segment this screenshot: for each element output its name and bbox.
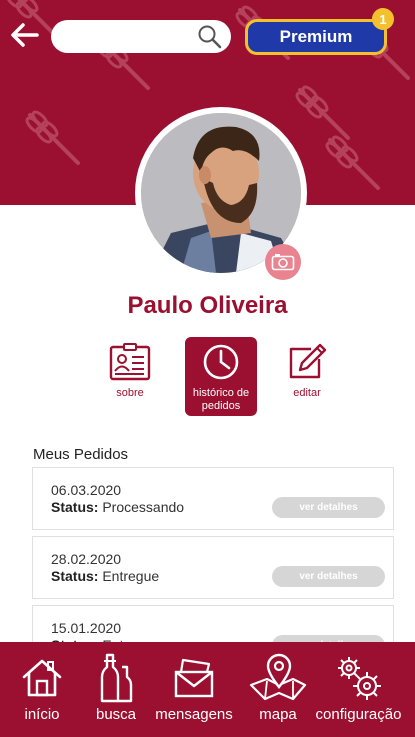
order-card: 06.03.2020 Status: Processando ver detal… — [32, 467, 394, 530]
status-value: Processando — [102, 499, 185, 515]
gears-icon — [334, 652, 384, 704]
nav-search-label: busca — [95, 706, 137, 723]
id-card-icon — [109, 343, 151, 381]
search-box[interactable] — [51, 20, 231, 53]
tab-order-history-label: histórico de pedidos — [192, 387, 250, 412]
premium-button[interactable]: Premium — [245, 19, 387, 55]
details-button[interactable]: ver detalhes — [272, 497, 385, 518]
tab-edit-label: editar — [293, 387, 321, 399]
back-arrow-icon[interactable] — [10, 22, 40, 48]
bottles-icon — [99, 652, 133, 704]
status-label: Status: — [51, 499, 99, 515]
camera-button[interactable] — [265, 244, 301, 280]
order-date: 15.01.2020 — [51, 620, 122, 636]
order-date: 06.03.2020 — [51, 482, 122, 498]
tab-about[interactable]: sobre — [94, 337, 166, 416]
clock-icon — [202, 343, 240, 381]
envelope-icon — [173, 652, 215, 704]
details-button[interactable]: ver detalhes — [272, 566, 385, 587]
premium-badge: 1 — [372, 8, 394, 30]
nav-map[interactable]: mapa — [246, 642, 310, 737]
nav-home-label: início — [24, 706, 60, 723]
search-icon[interactable] — [197, 24, 223, 50]
tab-about-label: sobre — [116, 387, 144, 399]
edit-icon — [287, 343, 327, 381]
order-card: 28.02.2020 Status: Entregue ver detalhes — [32, 536, 394, 599]
order-date: 28.02.2020 — [51, 551, 122, 567]
profile-name: Paulo Oliveira — [127, 292, 288, 319]
orders-title: Meus Pedidos — [33, 446, 129, 463]
status-label: Status: — [51, 568, 99, 584]
home-icon — [21, 652, 63, 704]
camera-icon — [271, 254, 295, 271]
nav-search[interactable]: busca — [88, 642, 144, 737]
tab-order-history[interactable]: histórico de pedidos — [185, 337, 257, 416]
order-status: Status: Processando — [51, 499, 184, 515]
search-input[interactable] — [65, 27, 195, 47]
nav-settings[interactable]: configuração — [311, 642, 406, 737]
bottom-navigation: início busca mensagens mapa configuração — [0, 642, 415, 737]
nav-map-label: mapa — [259, 706, 297, 723]
order-status: Status: Entregue — [51, 568, 159, 584]
nav-messages-label: mensagens — [155, 706, 233, 723]
nav-home[interactable]: início — [14, 642, 70, 737]
tab-edit[interactable]: editar — [271, 337, 343, 416]
nav-messages[interactable]: mensagens — [152, 642, 236, 737]
status-value: Entregue — [102, 568, 160, 584]
map-pin-icon — [249, 652, 307, 704]
nav-settings-label: configuração — [315, 706, 402, 723]
